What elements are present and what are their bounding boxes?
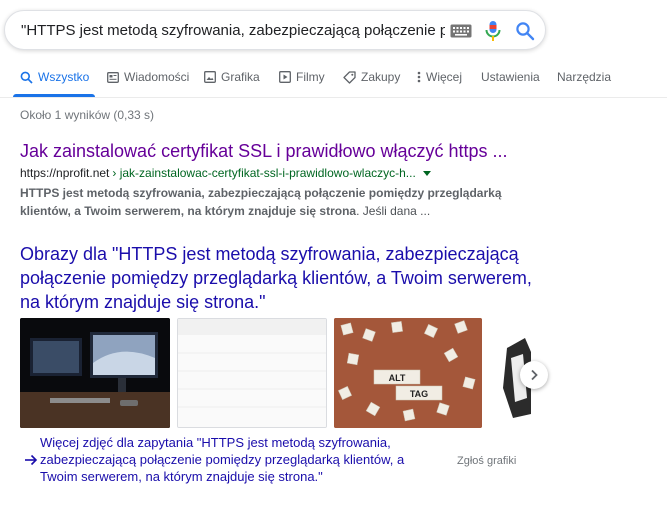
- tab-images[interactable]: Grafika: [204, 70, 260, 84]
- keyboard-icon[interactable]: [450, 24, 472, 38]
- news-icon: [107, 71, 119, 83]
- search-icon[interactable]: [515, 21, 535, 41]
- tab-news[interactable]: Wiadomości: [107, 70, 189, 84]
- more-vert-icon: [417, 71, 421, 83]
- snippet-highlight: klientów, a Twoim serwerem, na którym zn…: [20, 204, 357, 218]
- url-menu-caret-icon[interactable]: [422, 170, 431, 176]
- arrow-right-icon: [25, 454, 38, 466]
- active-tab-indicator: [13, 94, 95, 97]
- tab-videos[interactable]: Filmy: [279, 70, 325, 84]
- snippet-highlight: HTTPS jest metodą szyfrowania, zabezpiec…: [20, 186, 502, 200]
- tab-tools[interactable]: Narzędzia: [557, 70, 611, 84]
- images-heading-link[interactable]: Obrazy dla "HTTPS jest metodą szyfrowani…: [20, 242, 540, 314]
- more-images-text: Więcej zdjęć dla zapytania "HTTPS jest m…: [40, 435, 405, 484]
- search-icon: [20, 71, 33, 84]
- search-input[interactable]: "HTTPS jest metodą szyfrowania, zabezpie…: [21, 22, 445, 39]
- tab-all[interactable]: Wszystko: [20, 70, 89, 84]
- scrabble-tiles-photo: ALT TAG: [334, 318, 482, 428]
- snippet-text: . Jeśli dana ...: [356, 204, 431, 218]
- report-images-link[interactable]: Zgłoś grafiki: [457, 455, 516, 467]
- result-stats: Około 1 wyników (0,33 s): [20, 108, 155, 122]
- image-thumbnail[interactable]: [177, 318, 327, 428]
- image-thumbnail[interactable]: [20, 318, 170, 428]
- tab-label: Zakupy: [361, 70, 401, 84]
- result-url-domain: https://nprofit.net: [20, 166, 110, 180]
- tab-label: Wiadomości: [124, 70, 190, 84]
- image-thumbnail[interactable]: ALT TAG: [334, 318, 482, 428]
- result-url[interactable]: https://nprofit.net › jak-zainstalowac-c…: [20, 166, 431, 180]
- video-icon: [279, 71, 291, 83]
- result-title-link[interactable]: Jak zainstalować certyfikat SSL i prawid…: [20, 141, 508, 162]
- tab-settings[interactable]: Ustawienia: [481, 70, 540, 84]
- mic-icon[interactable]: [484, 20, 502, 42]
- desk-computers-photo: [20, 318, 170, 428]
- search-bar[interactable]: "HTTPS jest metodą szyfrowania, zabezpie…: [4, 10, 546, 50]
- result-url-path: › jak-zainstalowac-certyfikat-ssl-i-praw…: [112, 166, 416, 180]
- tag-icon: [343, 70, 356, 84]
- tab-label: Ustawienia: [481, 70, 540, 84]
- chevron-right-icon: [531, 369, 538, 381]
- tile-word-alt: ALT: [389, 373, 406, 383]
- images-next-button[interactable]: [520, 361, 548, 389]
- blank-page-photo: [178, 319, 326, 427]
- tab-label: Grafika: [221, 70, 260, 84]
- tab-more[interactable]: Więcej: [417, 70, 462, 84]
- tab-label: Filmy: [296, 70, 325, 84]
- tab-label: Więcej: [426, 70, 463, 84]
- tab-shopping[interactable]: Zakupy: [343, 70, 400, 84]
- tab-label: Wszystko: [38, 70, 90, 84]
- image-icon: [204, 71, 216, 83]
- tab-label: Narzędzia: [557, 70, 612, 84]
- tab-bar: Wszystko Wiadomości Grafika Filmy Zakupy…: [0, 64, 667, 98]
- result-snippet: HTTPS jest metodą szyfrowania, zabezpiec…: [20, 184, 540, 220]
- tile-word-tag: TAG: [410, 389, 428, 399]
